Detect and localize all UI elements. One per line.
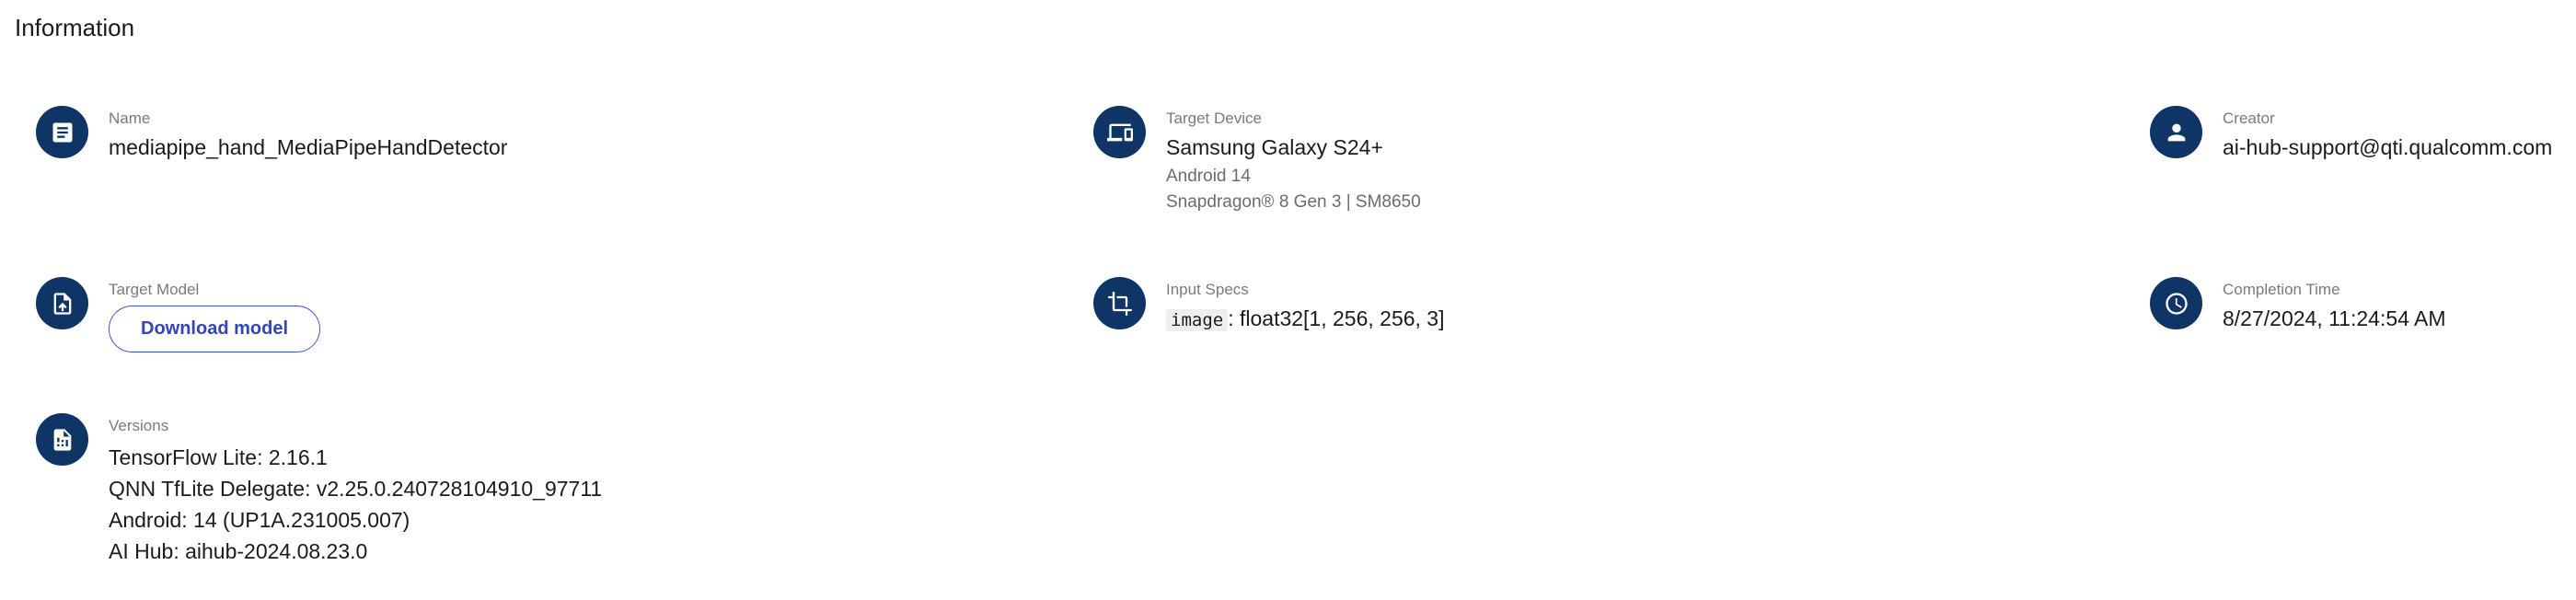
input-name-code: image	[1166, 309, 1229, 331]
file-upload-icon	[36, 277, 88, 329]
completion-time-label: Completion Time	[2223, 281, 2340, 298]
creator-label: Creator	[2223, 110, 2275, 127]
creator-field: Creator ai-hub-support@qti.qualcomm.com	[2150, 106, 2552, 162]
clock-icon	[2150, 277, 2202, 329]
target-model-field: Target Model Download model	[36, 277, 320, 352]
versions-label: Versions	[109, 417, 169, 434]
version-line: Android: 14 (UP1A.231005.007)	[109, 508, 410, 532]
person-icon	[2150, 106, 2202, 158]
creator-value: ai-hub-support@qti.qualcomm.com	[2223, 135, 2553, 159]
file-info-icon	[36, 413, 88, 466]
name-value: mediapipe_hand_MediaPipeHandDetector	[109, 135, 508, 159]
version-line: TensorFlow Lite: 2.16.1	[109, 445, 328, 469]
input-specs-field: Input Specs image: float32[1, 256, 256, …	[1093, 277, 1445, 335]
name-label: Name	[109, 110, 151, 127]
name-field: Name mediapipe_hand_MediaPipeHandDetecto…	[36, 106, 507, 162]
version-line: QNN TfLite Delegate: v2.25.0.24072810491…	[109, 477, 603, 501]
input-shape: : float32[1, 256, 256, 3]	[1228, 306, 1445, 330]
input-specs-value: image: float32[1, 256, 256, 3]	[1166, 304, 1445, 335]
target-device-field: Target Device Samsung Galaxy S24+ Androi…	[1093, 106, 1421, 215]
target-model-label: Target Model	[109, 281, 200, 298]
download-model-button[interactable]: Download model	[109, 306, 320, 352]
input-specs-label: Input Specs	[1166, 281, 1249, 298]
description-icon	[36, 106, 88, 158]
versions-list: TensorFlow Lite: 2.16.1 QNN TfLite Deleg…	[109, 442, 602, 567]
completion-time-field: Completion Time 8/27/2024, 11:24:54 AM	[2150, 277, 2446, 333]
target-device-label: Target Device	[1166, 110, 1262, 127]
target-device-value: Samsung Galaxy S24+	[1166, 135, 1383, 159]
devices-icon	[1093, 106, 1146, 158]
version-line: AI Hub: aihub-2024.08.23.0	[109, 539, 368, 563]
crop-icon	[1093, 277, 1146, 329]
target-device-chipset: Snapdragon® 8 Gen 3 | SM8650	[1166, 192, 1421, 212]
target-device-os: Android 14	[1166, 167, 1251, 186]
section-title: Information	[15, 14, 135, 41]
versions-field: Versions TensorFlow Lite: 2.16.1 QNN TfL…	[36, 413, 602, 567]
completion-time-value: 8/27/2024, 11:24:54 AM	[2223, 306, 2446, 330]
